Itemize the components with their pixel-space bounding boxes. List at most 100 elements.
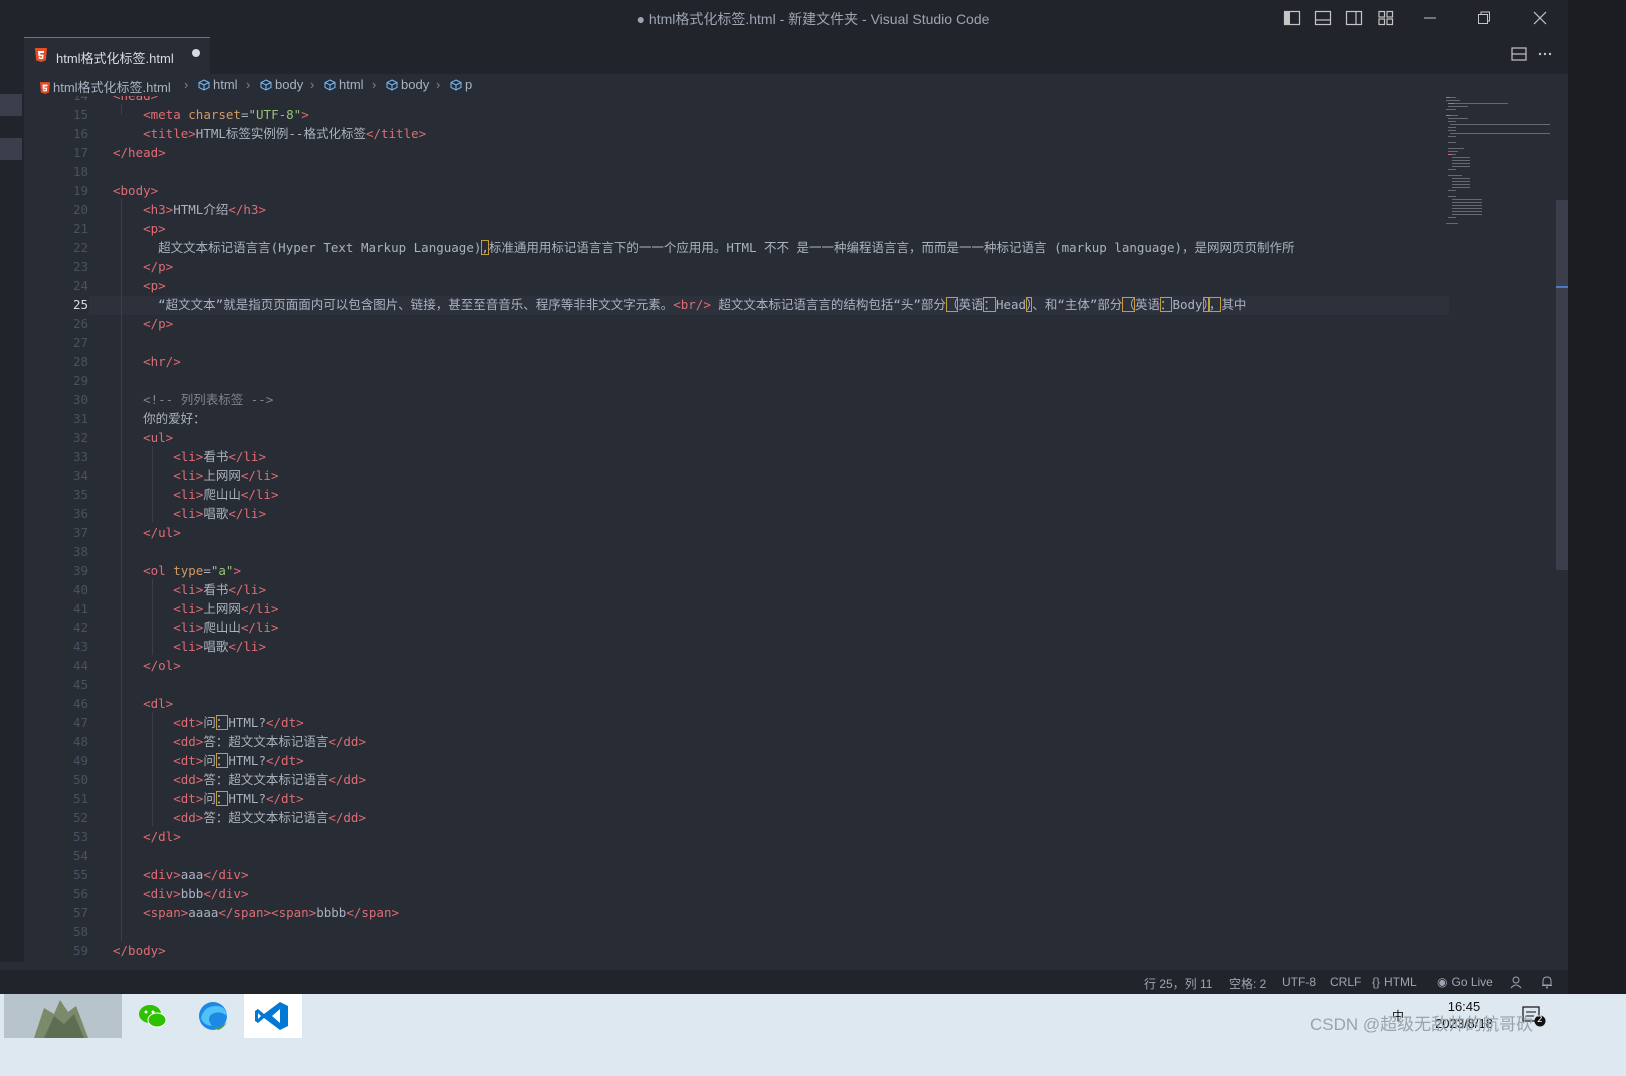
end-of-line[interactable]: CRLF [1330, 975, 1361, 989]
code-line[interactable]: </head> [113, 143, 166, 162]
line-number: 19 [72, 183, 88, 198]
code-line[interactable]: <li>看书</li> [113, 580, 266, 599]
taskbar: 16:45 2023/8/18 中 2 [0, 994, 1626, 1076]
code-line[interactable]: <head> [113, 96, 158, 105]
unsaved-dot-icon[interactable] [192, 49, 200, 57]
line-number: 41 [72, 601, 88, 616]
code-line[interactable]: </p> [113, 257, 173, 276]
line-number: 39 [72, 563, 88, 578]
code-editor[interactable]: 14 <head> 15 <meta charset="UTF-8"> 16 <tit… [24, 96, 1556, 962]
activity-indicator[interactable] [0, 138, 22, 160]
line-number: 50 [72, 772, 88, 787]
code-line[interactable]: <div>aaa</div> [113, 865, 248, 884]
breadcrumb-item[interactable]: body [260, 77, 303, 92]
code-line[interactable]: <dd>答：超文文本标记语言</dd> [113, 770, 366, 789]
code-line[interactable]: <dd>答：超文文本标记语言</dd> [113, 732, 366, 751]
language-mode[interactable]: {} HTML [1372, 975, 1417, 989]
line-number: 32 [72, 430, 88, 445]
vertical-scrollbar-thumb[interactable] [1556, 200, 1568, 570]
chevron-right-icon: › [372, 77, 377, 92]
go-live-button[interactable]: ◉ Go Live [1437, 975, 1493, 989]
line-number: 28 [72, 354, 88, 369]
code-line[interactable]: <li>爬山山</li> [113, 618, 278, 637]
code-line[interactable]: <hr/> [113, 352, 181, 371]
indentation[interactable]: 空格: 2 [1229, 975, 1266, 992]
cursor-position[interactable]: 行 25，列 11 [1144, 975, 1212, 992]
minimize-icon[interactable] [1410, 6, 1450, 30]
close-icon[interactable] [1520, 6, 1560, 30]
code-line[interactable]: <dt>问：HTML?</dt> [113, 751, 304, 770]
code-line[interactable]: <h3>HTML介绍</h3> [113, 200, 266, 219]
line-number: 52 [72, 810, 88, 825]
code-line[interactable]: </ul> [113, 523, 181, 542]
code-line[interactable]: <ul> [113, 428, 173, 447]
watermark: CSDN @超级无敌帅的航哥砍 [1310, 1015, 1534, 1034]
code-line[interactable]: 超文文本标记语言言(Hyper Text Markup Language),标准… [113, 238, 1295, 257]
breadcrumb-item[interactable]: html [198, 77, 238, 92]
scrollbar-cursor-marker [1556, 286, 1568, 288]
code-line[interactable]: <meta charset="UTF-8"> [113, 105, 309, 124]
line-number: 22 [72, 240, 88, 255]
code-line[interactable]: <li>看书</li> [113, 447, 266, 466]
restore-icon[interactable] [1464, 6, 1504, 30]
chevron-right-icon: › [310, 77, 315, 92]
code-line[interactable]: </ol> [113, 656, 181, 675]
code-line[interactable]: <body> [113, 181, 158, 200]
code-line[interactable]: </body> [113, 941, 166, 960]
vscode-icon[interactable] [244, 994, 302, 1038]
code-line[interactable]: “超文文本”就是指页页面面内可以包含图片、链接，甚至至音音乐、程序等非非文文字元… [113, 295, 1246, 314]
notifications-bell-icon[interactable] [1540, 975, 1554, 992]
code-line[interactable]: <p> [113, 276, 166, 295]
toggle-primary-sidebar-icon[interactable] [1283, 9, 1301, 27]
editor-tab[interactable]: html格式化标签.html [24, 37, 210, 74]
widgets-icon[interactable] [4, 994, 122, 1038]
line-number: 56 [72, 886, 88, 901]
more-actions-icon[interactable] [1536, 45, 1554, 63]
code-line[interactable]: <li>唱歌</li> [113, 637, 266, 656]
code-line[interactable]: <ol type="a"> [113, 561, 241, 580]
code-line[interactable]: <li>爬山山</li> [113, 485, 278, 504]
code-line[interactable]: <dd>答：超文文本标记语言</dd> [113, 808, 366, 827]
code-line[interactable]: <div>bbb</div> [113, 884, 248, 903]
breadcrumb-item[interactable]: p [450, 77, 472, 92]
chevron-right-icon: › [184, 77, 189, 92]
code-line[interactable]: <li>唱歌</li> [113, 504, 266, 523]
code-line[interactable]: <span>aaaa</span><span>bbbb</span> [113, 903, 399, 922]
code-line[interactable]: <p> [113, 219, 166, 238]
desktop-edge [1568, 0, 1626, 994]
line-number: 33 [72, 449, 88, 464]
tab-label: html格式化标签.html [56, 51, 174, 66]
activity-indicator[interactable] [0, 94, 22, 116]
line-number: 58 [72, 924, 88, 939]
code-line[interactable]: 你的爱好： [113, 409, 206, 428]
line-number: 16 [72, 126, 88, 141]
code-line[interactable]: <dt>问：HTML?</dt> [113, 789, 304, 808]
code-line[interactable]: <dt>问：HTML?</dt> [113, 713, 304, 732]
line-number: 31 [72, 411, 88, 426]
code-line[interactable]: </dl> [113, 827, 181, 846]
line-number: 23 [72, 259, 88, 274]
code-line[interactable]: <title>HTML标签实例例--格式化标签</title> [113, 124, 426, 143]
edge-icon[interactable] [184, 994, 242, 1038]
breadcrumb-file[interactable]: html格式化标签.html [40, 77, 171, 96]
customize-layout-icon[interactable] [1377, 9, 1395, 27]
minimap[interactable] [1440, 96, 1552, 962]
code-line[interactable]: <dl> [113, 694, 173, 713]
line-number: 36 [72, 506, 88, 521]
breadcrumb-item[interactable]: body [386, 77, 429, 92]
encoding[interactable]: UTF-8 [1282, 975, 1316, 989]
line-number: 38 [72, 544, 88, 559]
toggle-panel-icon[interactable] [1314, 9, 1332, 27]
line-number: 34 [72, 468, 88, 483]
breadcrumb-item[interactable]: html [324, 77, 364, 92]
code-line[interactable]: <li>上网网</li> [113, 466, 278, 485]
wechat-icon[interactable] [124, 994, 182, 1038]
split-editor-icon[interactable] [1510, 45, 1528, 63]
toggle-secondary-sidebar-icon[interactable] [1345, 9, 1363, 27]
code-line[interactable]: <!-- 列列表标签 --> [113, 390, 273, 409]
code-line[interactable]: <li>上网网</li> [113, 599, 278, 618]
line-number: 35 [72, 487, 88, 502]
line-number: 47 [72, 715, 88, 730]
code-line[interactable]: </p> [113, 314, 173, 333]
feedback-icon[interactable] [1509, 975, 1523, 992]
